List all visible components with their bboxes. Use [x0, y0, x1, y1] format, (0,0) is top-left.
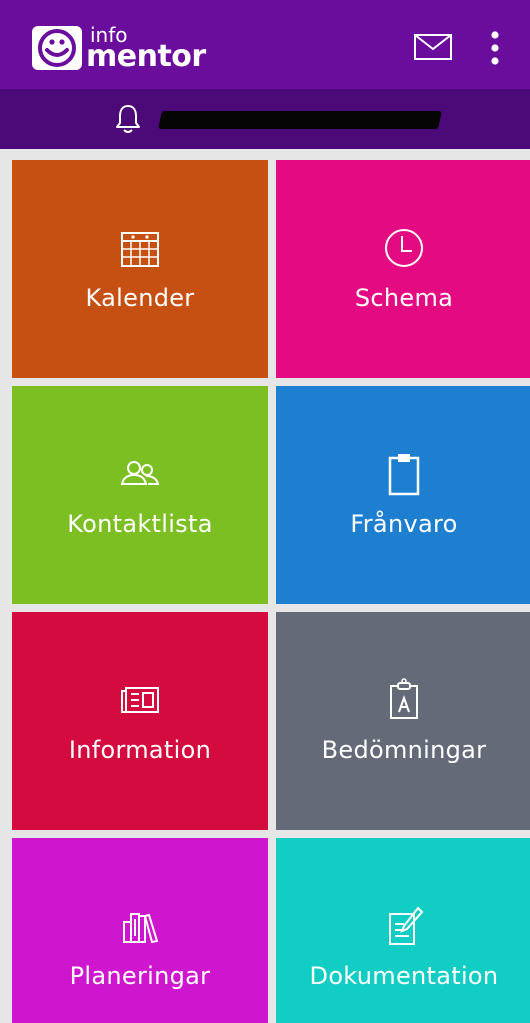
document-edit-icon: [389, 906, 424, 945]
clock-icon: [385, 229, 423, 267]
tile-label: Schema: [354, 284, 454, 312]
calendar-icon: [121, 232, 159, 267]
mail-icon: [414, 34, 452, 60]
tile-bedomningar[interactable]: Bedömningar: [276, 612, 530, 830]
messages-button[interactable]: [411, 30, 455, 64]
module-grid: Kalender Schema Kontaktlista Frånvaro In…: [12, 160, 530, 1023]
clipboard-icon: [388, 454, 420, 496]
tile-label: Kontaktlista: [67, 510, 213, 538]
tile-label: Dokumentation: [309, 962, 499, 990]
tile-label: Information: [68, 736, 212, 764]
tile-dokumentation[interactable]: Dokumentation: [276, 838, 530, 1023]
tile-label: Frånvaro: [350, 510, 458, 538]
tile-franvaro[interactable]: Frånvaro: [276, 386, 530, 604]
notification-bar: [0, 89, 530, 149]
tile-schema[interactable]: Schema: [276, 160, 530, 378]
logo-face-icon: [32, 26, 82, 70]
infomentor-logo: info mentor: [32, 22, 206, 74]
app-screen: info mentor Kalender Schema Kontaktlista…: [0, 0, 530, 1023]
tile-information[interactable]: Information: [12, 612, 268, 830]
contacts-icon: [120, 461, 160, 485]
notifications-button[interactable]: [113, 103, 143, 135]
tile-kontaktlista[interactable]: Kontaktlista: [12, 386, 268, 604]
redacted-user-name: [158, 111, 442, 129]
logo-word-mentor: mentor: [86, 38, 206, 74]
newspaper-icon: [121, 687, 159, 713]
overflow-menu-button[interactable]: [484, 30, 506, 70]
tile-label: Planeringar: [69, 962, 211, 990]
logo-wordmark: info mentor: [86, 25, 206, 72]
bell-icon: [116, 105, 140, 133]
tile-label: Bedömningar: [321, 736, 487, 764]
assessment-clipboard-icon: [390, 678, 418, 719]
more-vertical-icon: [491, 31, 499, 65]
top-app-bar: info mentor: [0, 0, 530, 89]
tile-label: Kalender: [85, 284, 195, 312]
books-icon: [123, 913, 159, 944]
tile-planeringar[interactable]: Planeringar: [12, 838, 268, 1023]
tile-kalender[interactable]: Kalender: [12, 160, 268, 378]
